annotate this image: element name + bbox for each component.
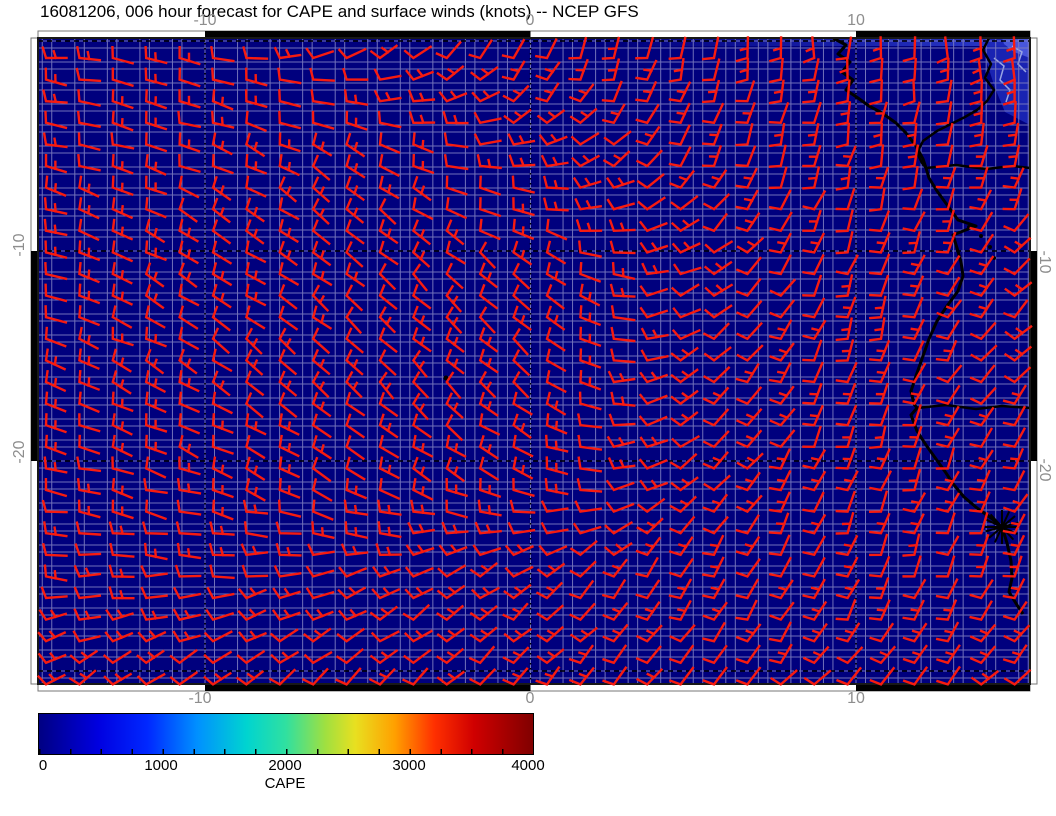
colorbar-tick-label: 1000	[144, 757, 178, 774]
colorbar-tick-label: 4000	[511, 757, 545, 774]
axis-tick-label: 10	[847, 690, 865, 707]
axis-tick-label: -20	[11, 440, 28, 464]
axis-tick-label: -10	[188, 690, 212, 707]
weather-chart-figure: 16081206, 006 hour forecast for CAPE and…	[0, 0, 1056, 816]
zebra-black-segment	[856, 31, 1030, 38]
axis-tick-label: 0	[525, 12, 535, 29]
zebra-black-segment	[205, 31, 531, 38]
colorbar-minor-ticks	[39, 749, 533, 754]
colorbar-tick-label: 2000	[268, 757, 302, 774]
colorbar-tick-label: 3000	[392, 757, 426, 774]
zebra-black-segment	[31, 251, 38, 461]
axis-tick-label: 10	[847, 12, 865, 29]
axis-tick-label: -10	[11, 233, 28, 257]
cape-equator-band	[620, 38, 1030, 46]
axis-tick-label: -10	[193, 12, 217, 29]
map-dot	[979, 234, 983, 238]
axis-tick-label: -20	[1036, 458, 1053, 482]
colorbar	[38, 713, 534, 755]
colorbar-title: CAPE	[264, 775, 306, 792]
zebra-black-segment	[205, 684, 531, 691]
map-plot	[30, 30, 1038, 692]
map-dot	[988, 245, 992, 249]
axis-tick-label: 0	[525, 690, 535, 707]
axis-tick-label: -10	[1036, 250, 1053, 274]
colorbar-tick-label: 0	[38, 757, 48, 774]
zebra-black-segment	[856, 684, 1030, 691]
